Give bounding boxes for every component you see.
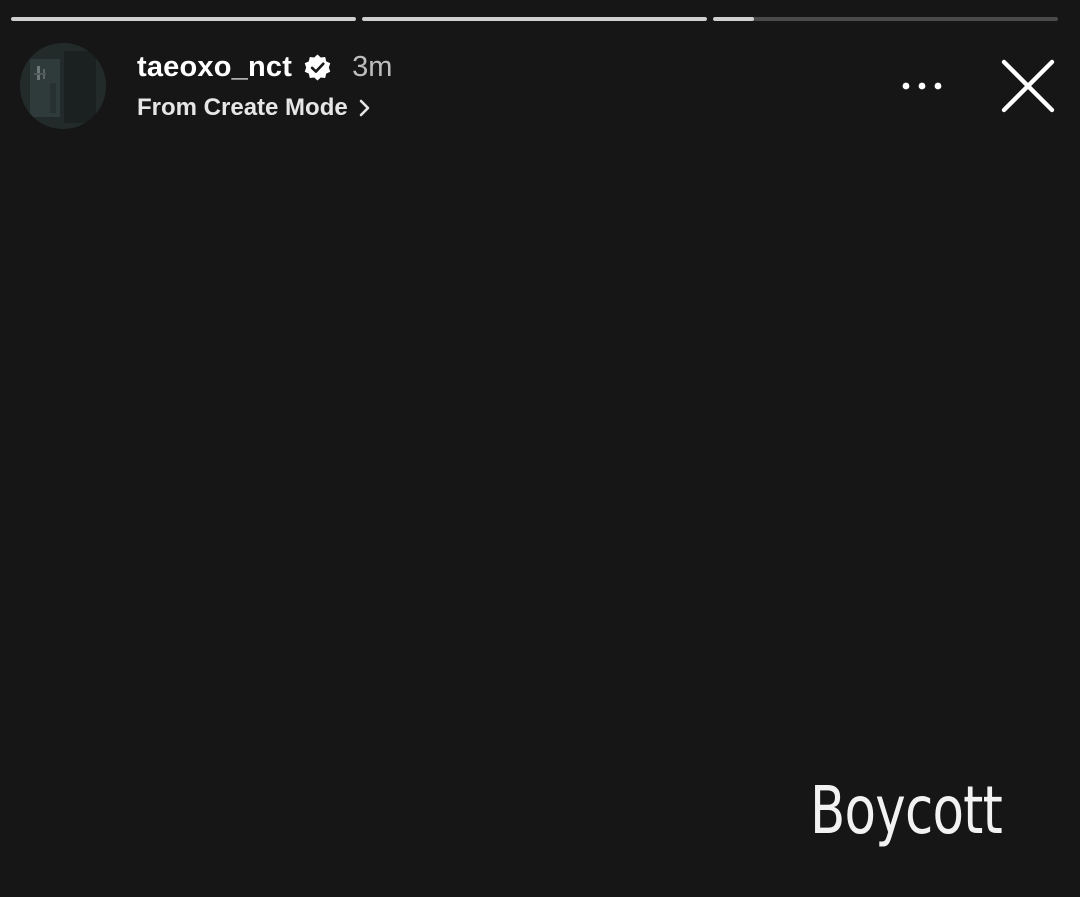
- create-mode-label: From Create Mode: [137, 94, 348, 121]
- create-mode-link[interactable]: From Create Mode: [137, 91, 372, 125]
- progress-fill-2: [362, 17, 707, 21]
- username-row: taeoxo_nct 3m: [137, 47, 392, 87]
- story-caption-text: Boycott: [810, 772, 1003, 849]
- avatar-image: [20, 43, 106, 129]
- story-viewer[interactable]: taeoxo_nct 3m From Create Mode Boycott: [0, 0, 1080, 897]
- progress-fill-3: [713, 17, 755, 21]
- more-horizontal-icon: [902, 82, 942, 90]
- progress-segment-2: [362, 17, 707, 21]
- close-button[interactable]: [994, 52, 1062, 120]
- more-options-button[interactable]: [892, 66, 952, 106]
- progress-segment-3: [713, 17, 1058, 21]
- avatar[interactable]: [20, 43, 106, 129]
- progress-segment-1: [11, 17, 356, 21]
- username[interactable]: taeoxo_nct: [137, 51, 292, 84]
- chevron-right-icon: [359, 99, 370, 117]
- post-timestamp: 3m: [352, 50, 393, 83]
- close-icon: [1001, 59, 1055, 113]
- progress-fill-1: [11, 17, 356, 21]
- verified-badge-icon: [304, 53, 331, 81]
- story-progress-bar: [11, 17, 1058, 22]
